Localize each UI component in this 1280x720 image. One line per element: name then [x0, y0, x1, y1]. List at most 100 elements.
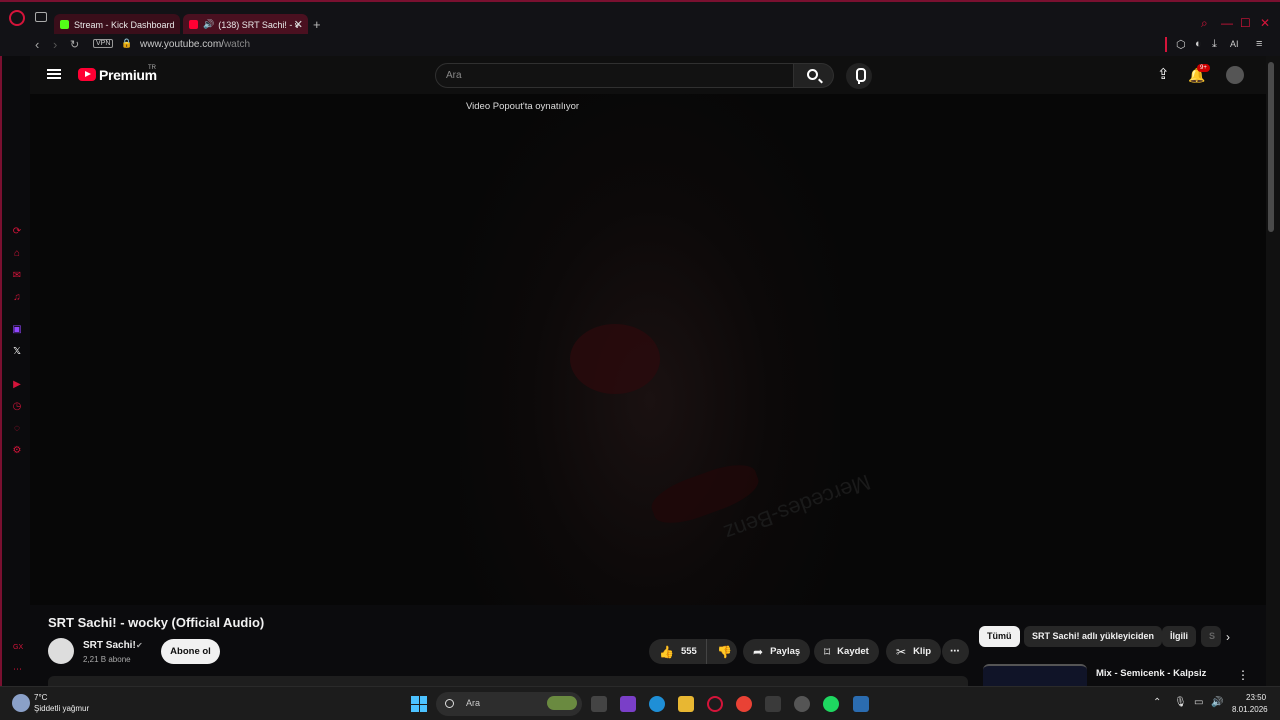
thumbnail-detail	[570, 324, 660, 394]
more-actions-button[interactable]: ⋯	[942, 639, 969, 664]
chip-partial[interactable]: S	[1201, 626, 1221, 647]
twitch-icon[interactable]: ▣	[11, 324, 23, 336]
more-icon[interactable]: ⋯	[13, 664, 22, 675]
search-button[interactable]	[794, 63, 834, 88]
vpn-badge[interactable]: VPN	[93, 39, 114, 48]
recommendation-title[interactable]: Mix - Semicenk - Kalpsiz	[1096, 668, 1206, 679]
opera-gx-icon[interactable]	[707, 696, 723, 712]
close-window-button[interactable]: ✕	[1260, 16, 1270, 30]
tray-overflow-icon[interactable]: ⌃	[1153, 697, 1161, 708]
clock-time[interactable]: 23:50	[1246, 693, 1266, 702]
scrollbar-thumb[interactable]	[1268, 62, 1274, 232]
speaker-icon[interactable]: 🔊	[203, 19, 214, 30]
tab-kick-dashboard[interactable]: Stream - Kick Dashboard	[54, 14, 180, 35]
weather-icon[interactable]	[12, 694, 30, 712]
steam-icon[interactable]	[794, 696, 810, 712]
bookmark-icon: ⌑	[824, 644, 831, 659]
windows-taskbar: 7°C Şiddetli yağmur Ara ⌃ 🎙 ▭ 🔊 23:50 8.…	[0, 686, 1280, 720]
share-button[interactable]: ➦ Paylaş	[743, 639, 811, 664]
task-view-icon[interactable]	[591, 696, 607, 712]
back-button[interactable]: ‹	[35, 37, 39, 52]
music-icon[interactable]: ♫	[11, 292, 23, 304]
description-box[interactable]	[48, 676, 968, 686]
copilot-icon[interactable]	[620, 696, 636, 712]
url-field[interactable]: www.youtube.com/watch	[140, 39, 250, 50]
search-icon	[807, 69, 818, 80]
ai-button[interactable]: AI	[1230, 39, 1239, 49]
network-icon[interactable]: ▭	[1194, 697, 1203, 708]
shopping-icon[interactable]: ⌂	[11, 248, 23, 260]
notification-badge: 9+	[1197, 64, 1210, 72]
youtube-logo-icon[interactable]	[78, 68, 96, 81]
like-button[interactable]: 👍 555	[649, 639, 706, 664]
dislike-button[interactable]: 👎	[706, 639, 737, 664]
search-input[interactable]: Ara	[435, 63, 794, 88]
forward-button[interactable]: ›	[53, 37, 57, 52]
like-count: 555	[680, 646, 697, 657]
messenger-icon[interactable]: ✉	[11, 270, 23, 282]
video-player[interactable]: Mercedes-Benz Video Popout'ta oynatılıyo…	[30, 94, 1266, 605]
guide-menu-icon[interactable]	[47, 69, 61, 79]
chip-all[interactable]: Tümü	[979, 626, 1020, 647]
more-dots-icon: ⋯	[950, 646, 960, 657]
start-button[interactable]	[411, 696, 427, 712]
maximize-button[interactable]: ☐	[1240, 16, 1251, 30]
settings-icon[interactable]: ⚙	[11, 445, 23, 457]
gx-label[interactable]: GX	[13, 644, 23, 651]
weather-temp[interactable]: 7°C	[34, 693, 47, 702]
speed-dial-icon[interactable]: ⟳	[11, 226, 23, 238]
extension-icon[interactable]: ⬡	[1176, 38, 1186, 51]
chrome-icon[interactable]	[736, 696, 752, 712]
opera-sidebar: ⟳ ⌂ ✉ ♫ ▣ 𝕏 ▶ ◷ ◌ ⚙ GX ⋯	[0, 56, 30, 686]
save-button[interactable]: ⌑ Kaydet	[814, 639, 879, 664]
url-domain: www.youtube.com/	[140, 39, 224, 50]
youtube-favicon-icon	[189, 20, 198, 29]
voice-search-icon[interactable]	[846, 63, 872, 89]
browser-titlebar: Stream - Kick Dashboard 🔊 (138) SRT Sach…	[0, 0, 1280, 35]
player-icon[interactable]: ▶	[11, 379, 23, 391]
video-title: SRT Sachi! - wocky (Official Audio)	[48, 615, 265, 630]
upload-icon[interactable]: ⇪	[1157, 67, 1170, 82]
channel-avatar[interactable]	[48, 638, 74, 664]
spotify-icon[interactable]	[823, 696, 839, 712]
subscribe-button[interactable]: Abone ol	[161, 639, 220, 664]
tab-label: (138) SRT Sachi! - v	[218, 19, 300, 30]
search-tabs-icon[interactable]: ⌕	[1201, 16, 1208, 31]
weather-desc[interactable]: Şiddetli yağmur	[34, 704, 89, 713]
chevron-right-icon[interactable]: ›	[1226, 630, 1230, 644]
url-path: watch	[223, 39, 251, 50]
recommendation-thumbnail[interactable]	[983, 664, 1087, 686]
store-icon[interactable]	[765, 696, 781, 712]
tab-menu-icon[interactable]	[35, 12, 47, 22]
youtube-header: Premium TR Ara ⇪ 🔔 9+	[30, 56, 1266, 94]
clock-date[interactable]: 8.01.2026	[1232, 705, 1268, 714]
new-tab-button[interactable]: +	[313, 17, 321, 32]
country-code: TR	[148, 65, 156, 71]
history-icon[interactable]: ◷	[11, 401, 23, 413]
clip-button[interactable]: ✂ Klip	[886, 639, 942, 664]
microphone-icon[interactable]: 🎙	[1174, 697, 1187, 708]
volume-icon[interactable]: 🔊	[1211, 697, 1223, 708]
opera-logo-icon[interactable]	[9, 10, 25, 26]
thumbs-up-icon: 👍	[659, 644, 674, 659]
lock-icon[interactable]: 🔒	[121, 38, 132, 49]
app-icon[interactable]	[853, 696, 869, 712]
account-avatar[interactable]	[1226, 66, 1244, 84]
tab-youtube[interactable]: 🔊 (138) SRT Sachi! - v ✕	[183, 14, 308, 35]
edge-icon[interactable]	[649, 696, 665, 712]
profile-icon[interactable]: ◐	[1195, 38, 1202, 50]
channel-name[interactable]: SRT Sachi!	[83, 640, 136, 651]
x-icon[interactable]: 𝕏	[11, 346, 23, 358]
chip-uploader[interactable]: SRT Sachi! adlı yükleyiciden	[1024, 626, 1163, 647]
minimize-button[interactable]: —	[1221, 16, 1233, 30]
menu-icon[interactable]: ≡	[1256, 38, 1262, 50]
download-icon[interactable]: ⤓	[1212, 38, 1217, 51]
close-tab-icon[interactable]: ✕	[294, 18, 303, 31]
reload-button[interactable]: ↻	[70, 38, 79, 51]
share-label: Paylaş	[770, 646, 801, 657]
subscriber-count: 2,21 B abone	[83, 655, 131, 664]
recommendation-menu-icon[interactable]: ⋮	[1237, 668, 1249, 682]
chip-related[interactable]: İlgili	[1162, 626, 1196, 647]
file-explorer-icon[interactable]	[678, 696, 694, 712]
chat-icon[interactable]: ◌	[11, 423, 23, 435]
